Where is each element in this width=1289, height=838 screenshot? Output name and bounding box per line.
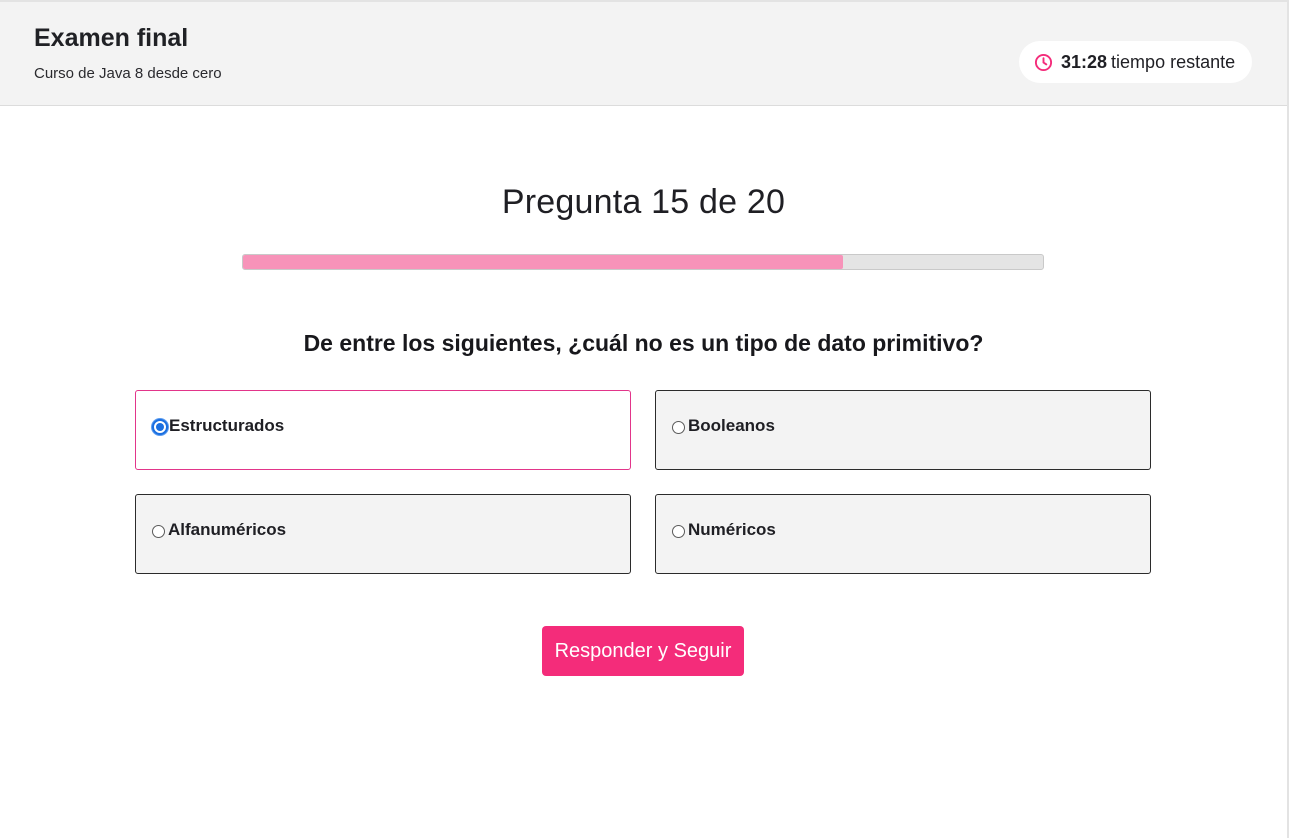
question-text: De entre los siguientes, ¿cuál no es un … [303, 330, 984, 356]
answer-option-label: Booleanos [688, 416, 775, 435]
answer-option-numericos[interactable]: Numéricos [655, 494, 1151, 574]
answer-option-alfanumericos[interactable]: Alfanuméricos [135, 494, 631, 574]
radio-button[interactable] [672, 421, 685, 434]
radio-button[interactable] [672, 525, 685, 538]
answer-option-label: Alfanuméricos [168, 520, 287, 539]
answer-option-label: Estructurados [169, 416, 285, 435]
progress-bar [242, 254, 1044, 270]
submit-answer-button[interactable]: Responder y Seguir [542, 626, 744, 676]
course-name: Curso de Java 8 desde cero [34, 65, 222, 82]
exam-header: Examen final Curso de Java 8 desde cero … [0, 2, 1287, 106]
exam-title: Examen final [34, 24, 189, 52]
answer-option-label: Numéricos [688, 520, 776, 539]
timer-badge: 31:28 tiempo restante [1019, 41, 1252, 83]
radio-button[interactable] [152, 419, 168, 435]
clock-icon [1034, 53, 1053, 72]
answer-option-estructurados[interactable]: Estructurados [135, 390, 631, 470]
question-counter: Pregunta 15 de 20 [501, 183, 786, 221]
timer-value: 31:28 [1061, 51, 1108, 72]
answer-option-booleanos[interactable]: Booleanos [655, 390, 1151, 470]
progress-bar-fill [243, 255, 843, 269]
timer-label: tiempo restante [1111, 51, 1236, 72]
radio-button[interactable] [152, 525, 165, 538]
